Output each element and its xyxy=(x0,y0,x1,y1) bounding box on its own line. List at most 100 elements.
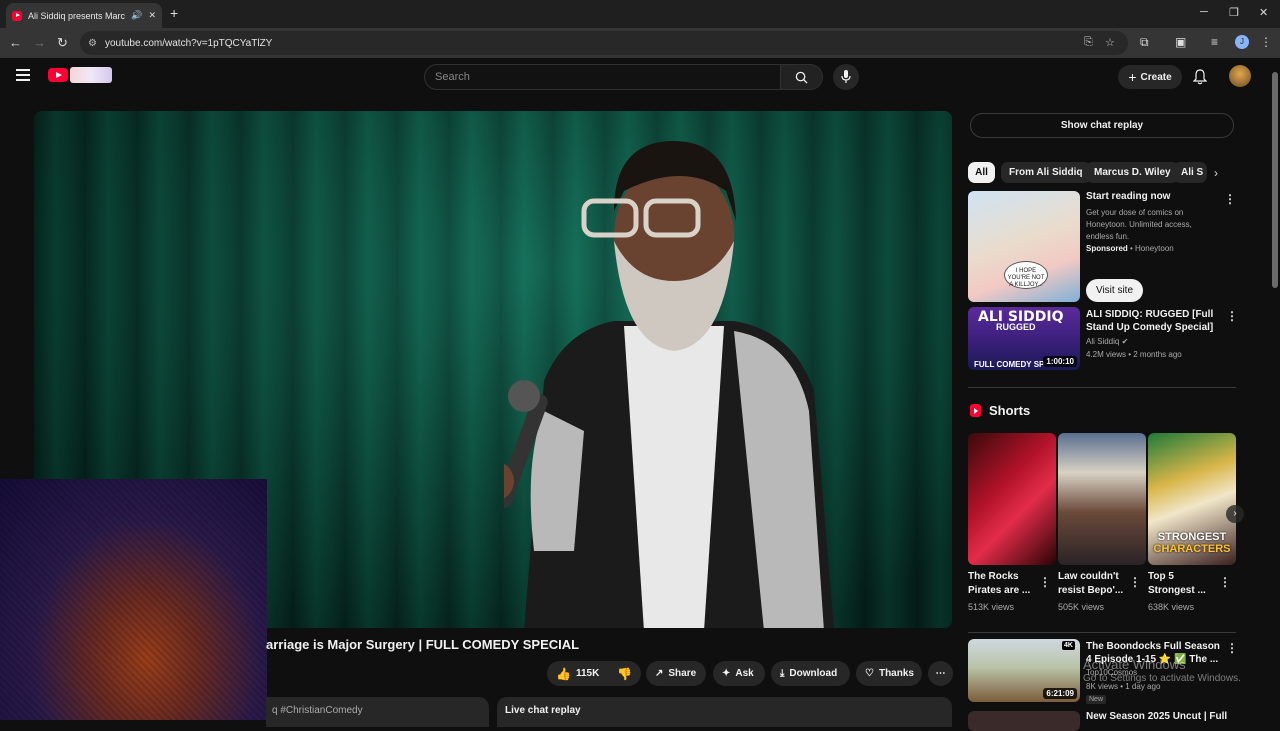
short-views: 513K views xyxy=(968,602,1015,612)
youtube-favicon-icon xyxy=(12,10,22,21)
visit-site-button[interactable]: Visit site xyxy=(1086,279,1143,302)
rec-menu-icon[interactable]: ⋮ xyxy=(1226,641,1238,655)
live-chat-panel[interactable]: Live chat replay xyxy=(497,697,952,727)
verified-icon: ✔ xyxy=(1121,337,1129,346)
youtube-logo-icon[interactable] xyxy=(48,68,68,82)
browser-tab[interactable]: Ali Siddiq presents Marcus 🔊 ✕ xyxy=(6,3,162,28)
show-chat-replay-button[interactable]: Show chat replay xyxy=(970,113,1234,138)
site-info-icon[interactable]: ⚙ xyxy=(88,38,97,49)
window-close-icon[interactable]: ✕ xyxy=(1259,6,1268,19)
address-bar[interactable]: ⚙ youtube.com/watch?v=1pTQCYaTlZY ⎘ ☆ xyxy=(80,31,1128,55)
rec-meta: 4.2M views • 2 months ago xyxy=(1086,350,1182,359)
shorts-icon xyxy=(970,404,981,417)
reload-icon[interactable]: ↻ xyxy=(57,35,68,51)
short-title[interactable]: Law couldn't resist Bepo'... xyxy=(1058,570,1128,598)
browser-tab-bar: Ali Siddiq presents Marcus 🔊 ✕ + ─ ❐ ✕ xyxy=(0,0,1280,28)
ask-button[interactable]: ✦ Ask xyxy=(713,661,765,686)
like-button[interactable]: 👍 115K xyxy=(556,667,599,681)
chip-ali-s[interactable]: Ali S xyxy=(1173,162,1207,183)
rec-title[interactable]: New Season 2025 Uncut | Full xyxy=(1086,711,1227,722)
channel-name: Ali Siddiq xyxy=(1086,337,1120,346)
voice-search-button[interactable] xyxy=(833,64,859,90)
short-menu-icon[interactable]: ⋮ xyxy=(1039,575,1051,589)
youtube-doodle[interactable] xyxy=(70,67,112,83)
chip-all[interactable]: All xyxy=(968,162,995,183)
youtube-header: Search + Create xyxy=(0,58,1270,96)
chip-from-ali-siddiq[interactable]: From Ali Siddiq xyxy=(1001,162,1091,183)
url-text: youtube.com/watch?v=1pTQCYaTlZY xyxy=(104,37,273,49)
menu-icon[interactable] xyxy=(16,69,30,84)
bookmark-star-icon[interactable]: ☆ xyxy=(1105,36,1115,49)
activate-windows-subtext: Go to Settings to activate Windows. xyxy=(1083,673,1241,684)
more-horizontal-icon: ⋯ xyxy=(935,668,946,679)
tab-title: Ali Siddiq presents Marcus xyxy=(28,10,126,21)
new-tab-button[interactable]: + xyxy=(170,5,178,21)
extensions-icon[interactable]: ⧉ xyxy=(1140,35,1149,50)
share-icon: ↗ xyxy=(655,668,664,679)
thanks-button[interactable]: ♡ Thanks xyxy=(856,661,922,686)
browser-menu-icon[interactable]: ⋮ xyxy=(1260,35,1272,49)
video-title: arriage is Major Surgery | FULL COMEDY S… xyxy=(266,637,580,652)
thumb-text-line3: FULL COMEDY SP xyxy=(974,360,1045,369)
description-box[interactable]: q #ChristianComedy xyxy=(266,697,489,727)
short-title[interactable]: The Rocks Pirates are ... xyxy=(968,570,1038,598)
shorts-next-button[interactable]: › xyxy=(1226,505,1244,523)
back-icon[interactable]: ← xyxy=(9,35,22,50)
browser-toolbar: ← → ↻ ⚙ youtube.com/watch?v=1pTQCYaTlZY … xyxy=(0,28,1280,58)
chevron-right-icon[interactable]: › xyxy=(1214,166,1218,180)
install-icon[interactable]: ⎘ xyxy=(1084,36,1093,49)
short-thumbnail[interactable] xyxy=(968,433,1056,565)
thanks-label: Thanks xyxy=(878,668,914,679)
short-menu-icon[interactable]: ⋮ xyxy=(1219,575,1231,589)
download-label: Download xyxy=(789,668,838,679)
sponsored-label: Sponsored xyxy=(1086,244,1128,253)
ad-menu-icon[interactable]: ⋮ xyxy=(1224,192,1236,206)
profile-avatar[interactable]: J xyxy=(1235,35,1249,49)
media-controls-icon[interactable]: ≡ xyxy=(1211,35,1218,49)
rec-thumbnail[interactable] xyxy=(968,711,1080,731)
speaker-icon[interactable]: 🔊 xyxy=(131,10,142,21)
create-button[interactable]: + Create xyxy=(1118,65,1182,89)
short-thumbnail[interactable] xyxy=(1058,433,1146,565)
download-icon: ⤓ xyxy=(780,668,785,679)
duration-badge: 1:00:10 xyxy=(1043,356,1077,367)
rec-menu-icon[interactable]: ⋮ xyxy=(1226,309,1238,323)
dislike-button[interactable]: 👎 xyxy=(617,667,632,681)
user-avatar[interactable] xyxy=(1229,65,1251,87)
short-thumbnail[interactable]: STRONGEST CHARACTERS xyxy=(1148,433,1236,565)
4k-badge: 4K xyxy=(1062,641,1075,650)
restore-icon[interactable]: ❐ xyxy=(1229,6,1239,19)
forward-icon[interactable]: → xyxy=(33,35,46,50)
microphone-icon xyxy=(841,70,851,83)
section-divider xyxy=(968,632,1236,633)
thumb-text-line2: RUGGED xyxy=(996,322,1036,332)
rec-channel[interactable]: Ali Siddiq ✔ xyxy=(1086,337,1128,346)
description-snippet: q #ChristianComedy xyxy=(272,705,363,716)
rec-title[interactable]: ALI SIDDIQ: RUGGED [Full Stand Up Comedy… xyxy=(1086,308,1222,334)
shorts-heading: Shorts xyxy=(989,403,1031,418)
search-icon xyxy=(795,71,808,84)
minimize-icon[interactable]: ─ xyxy=(1200,6,1208,18)
tab-close-icon[interactable]: ✕ xyxy=(148,10,156,21)
page-scrollbar-thumb[interactable] xyxy=(1272,72,1278,288)
ad-title[interactable]: Start reading now xyxy=(1086,191,1170,202)
like-dislike-group: 👍 115K 👎 xyxy=(547,661,641,686)
search-button[interactable] xyxy=(781,64,823,90)
short-title[interactable]: Top 5 Strongest ... xyxy=(1148,570,1218,598)
rec-thumbnail[interactable]: ALI SIDDIQ RUGGED FULL COMEDY SP 1:00:10 xyxy=(968,307,1080,370)
ad-thumbnail[interactable]: I HOPE YOU'RE NOT A KILLJOY... xyxy=(968,191,1080,302)
search-input[interactable]: Search xyxy=(424,64,781,90)
download-button[interactable]: ⤓ Download xyxy=(771,661,850,686)
short-menu-icon[interactable]: ⋮ xyxy=(1129,575,1141,589)
chip-marcus-d-wiley[interactable]: Marcus D. Wiley xyxy=(1086,162,1179,183)
create-label: Create xyxy=(1140,71,1172,83)
share-button[interactable]: ↗ Share xyxy=(646,661,706,686)
sidepanel-icon[interactable]: ▣ xyxy=(1175,35,1186,49)
short-views: 505K views xyxy=(1058,602,1105,612)
more-actions-button[interactable]: ⋯ xyxy=(928,661,953,686)
notifications-bell-icon[interactable] xyxy=(1193,69,1207,85)
duration-badge: 6:21:09 xyxy=(1043,688,1077,699)
thanks-icon: ♡ xyxy=(865,668,874,679)
webcam-overlay xyxy=(0,479,267,720)
overlay-line2: CHARACTERS xyxy=(1153,543,1231,555)
